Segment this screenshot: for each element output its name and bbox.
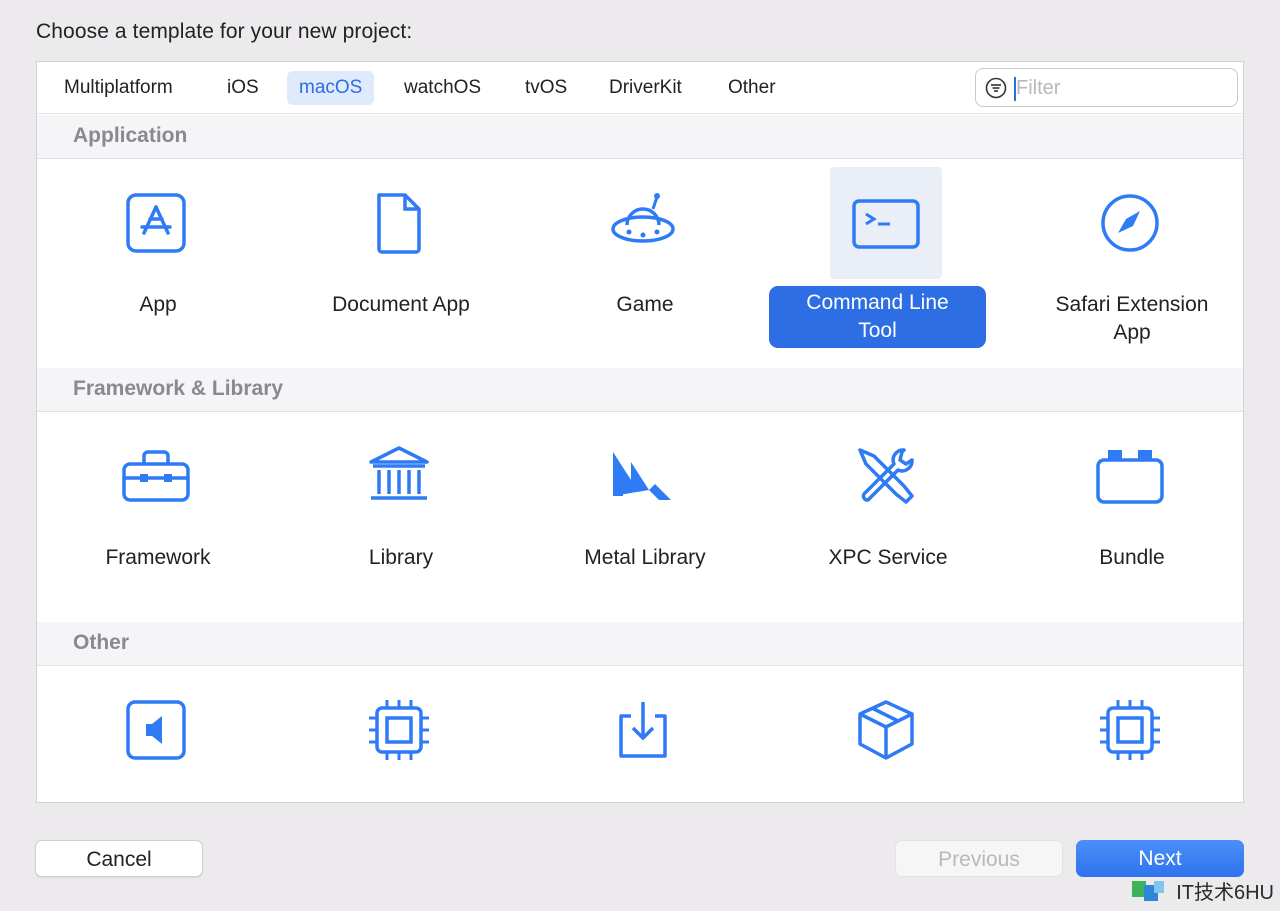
template-item[interactable]: Document App bbox=[280, 167, 522, 357]
tab-other[interactable]: Other bbox=[716, 71, 788, 105]
template-label: Framework bbox=[105, 546, 211, 569]
template-item[interactable] bbox=[280, 674, 522, 802]
template-item[interactable]: Command Line Tool bbox=[767, 167, 1009, 357]
library-building-icon bbox=[343, 420, 455, 532]
template-label: Metal Library bbox=[584, 546, 706, 569]
template-item[interactable] bbox=[37, 674, 279, 802]
template-item[interactable]: Library bbox=[280, 420, 522, 610]
toolbox-icon bbox=[100, 420, 212, 532]
template-chooser-panel: Multiplatform iOS macOS watchOS tvOS DriverKi… bbox=[36, 61, 1244, 803]
template-item[interactable]: Safari Extension App bbox=[1011, 167, 1243, 357]
previous-button[interactable]: Previous bbox=[895, 840, 1063, 877]
watermark-text: IT技术6HU bbox=[1176, 882, 1274, 904]
metal-icon bbox=[587, 420, 699, 532]
section-title: Other bbox=[73, 631, 130, 654]
filter-field[interactable] bbox=[975, 68, 1238, 107]
template-label: Bundle bbox=[1099, 546, 1165, 569]
download-tray-icon bbox=[587, 674, 699, 786]
chip-icon bbox=[1074, 674, 1186, 786]
compass-icon bbox=[1074, 167, 1186, 279]
tab-ios[interactable]: iOS bbox=[215, 71, 271, 105]
chip-icon bbox=[343, 674, 455, 786]
template-item[interactable]: Bundle bbox=[1011, 420, 1243, 610]
template-label: Library bbox=[368, 546, 434, 569]
template-label: XPC Service bbox=[828, 546, 948, 569]
template-item[interactable] bbox=[767, 674, 1009, 802]
template-item[interactable] bbox=[1011, 674, 1243, 802]
app-store-icon bbox=[100, 167, 212, 279]
next-button[interactable]: Next bbox=[1076, 840, 1244, 877]
tab-multiplatform[interactable]: Multiplatform bbox=[52, 71, 185, 105]
platform-tab-bar: Multiplatform iOS macOS watchOS tvOS DriverKi… bbox=[37, 62, 1243, 114]
ufo-game-icon bbox=[587, 167, 699, 279]
watermark: IT技术6HU bbox=[1130, 876, 1274, 905]
template-label: Game bbox=[616, 293, 674, 316]
template-item[interactable]: Metal Library bbox=[524, 420, 766, 610]
dialog-title: Choose a template for your new project: bbox=[36, 20, 413, 43]
template-item[interactable]: App bbox=[37, 167, 279, 357]
tab-watchos[interactable]: watchOS bbox=[392, 71, 493, 105]
template-label: Document App bbox=[332, 293, 470, 316]
tools-icon bbox=[830, 420, 942, 532]
filter-icon bbox=[985, 77, 1007, 99]
section-header: Framework & Library bbox=[37, 368, 1243, 412]
template-label: App bbox=[139, 293, 177, 316]
template-item[interactable]: Framework bbox=[37, 420, 279, 610]
tab-driverkit[interactable]: DriverKit bbox=[597, 71, 694, 105]
cancel-button[interactable]: Cancel bbox=[35, 840, 203, 877]
terminal-icon bbox=[830, 167, 942, 279]
tab-tvos[interactable]: tvOS bbox=[513, 71, 579, 105]
section-title: Application bbox=[73, 124, 188, 147]
template-label: Command Line Tool bbox=[769, 286, 986, 348]
document-icon bbox=[343, 167, 455, 279]
bundle-icon bbox=[1074, 420, 1186, 532]
section-header: Other bbox=[37, 622, 1243, 666]
template-item[interactable] bbox=[524, 674, 766, 802]
watermark-logo-icon bbox=[1132, 880, 1165, 901]
audio-unit-icon bbox=[100, 674, 212, 786]
section-title: Framework & Library bbox=[73, 377, 284, 400]
filter-input[interactable] bbox=[1016, 73, 1226, 103]
tab-macos[interactable]: macOS bbox=[287, 71, 375, 105]
section-header: Application bbox=[37, 115, 1243, 159]
package-box-icon bbox=[830, 674, 942, 786]
template-item[interactable]: XPC Service bbox=[767, 420, 1009, 610]
template-label: Safari Extension App bbox=[1055, 293, 1209, 344]
template-item[interactable]: Game bbox=[524, 167, 766, 357]
